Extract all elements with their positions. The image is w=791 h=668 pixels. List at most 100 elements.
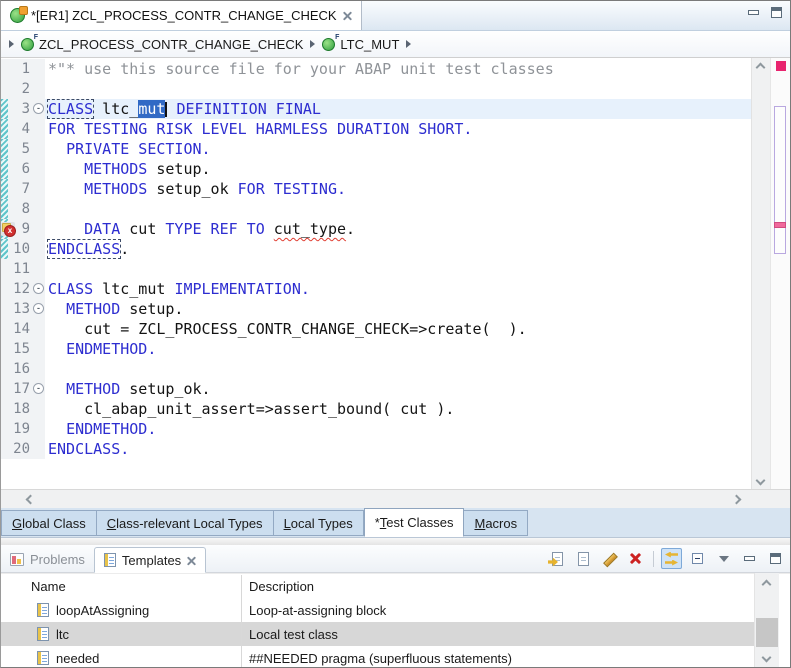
overview-ruler[interactable] bbox=[770, 58, 790, 489]
code-line-1[interactable]: 1*"* use this source file for your ABAP … bbox=[1, 59, 751, 79]
maximize-editor-icon[interactable] bbox=[771, 7, 782, 18]
code-line-11[interactable]: 11 bbox=[1, 259, 751, 279]
minimize-editor-icon[interactable] bbox=[748, 10, 759, 15]
code-line-5[interactable]: 5 PRIVATE SECTION. bbox=[1, 139, 751, 159]
code-line-3[interactable]: 3CLASS ltc_mut DEFINITION FINAL bbox=[1, 99, 751, 119]
code-line-8[interactable]: 8 bbox=[1, 199, 751, 219]
collapse-all-icon[interactable] bbox=[687, 548, 708, 569]
code-text[interactable] bbox=[45, 259, 751, 279]
gutter[interactable]: 9 bbox=[1, 219, 45, 239]
gutter[interactable]: 13 bbox=[1, 299, 45, 319]
minimize-view-icon[interactable] bbox=[739, 548, 760, 569]
editor-vertical-scrollbar[interactable] bbox=[751, 58, 770, 489]
code-line-12[interactable]: 12CLASS ltc_mut IMPLEMENTATION. bbox=[1, 279, 751, 299]
gutter[interactable]: 19 bbox=[1, 419, 45, 439]
code-text[interactable]: cl_abap_unit_assert=>assert_bound( cut )… bbox=[45, 399, 751, 419]
column-header-description[interactable]: Description bbox=[241, 579, 314, 594]
gutter[interactable]: 20 bbox=[1, 439, 45, 459]
tab-global-class[interactable]: Global Class bbox=[1, 510, 97, 536]
code-line-15[interactable]: 15 ENDMETHOD. bbox=[1, 339, 751, 359]
fold-collapse-icon[interactable] bbox=[32, 379, 45, 399]
table-vertical-scrollbar[interactable] bbox=[754, 573, 779, 667]
view-menu-icon[interactable] bbox=[713, 548, 734, 569]
fold-collapse-icon[interactable] bbox=[32, 299, 45, 319]
tab-test-classes[interactable]: *Test Classes bbox=[364, 508, 465, 537]
code-line-6[interactable]: 6 METHODS setup. bbox=[1, 159, 751, 179]
code-text[interactable]: ENDMETHOD. bbox=[45, 419, 751, 439]
column-divider[interactable] bbox=[241, 575, 242, 667]
gutter[interactable]: 4 bbox=[1, 119, 45, 139]
table-row[interactable]: ltc Local test class bbox=[1, 622, 757, 646]
overview-error-marker[interactable] bbox=[774, 222, 786, 228]
gutter[interactable]: 12 bbox=[1, 279, 45, 299]
code-text[interactable]: CLASS ltc_mut DEFINITION FINAL bbox=[45, 99, 751, 119]
gutter[interactable]: 5 bbox=[1, 139, 45, 159]
table-row[interactable]: needed ##NEEDED pragma (superfluous stat… bbox=[1, 646, 757, 667]
scroll-left-icon[interactable] bbox=[26, 495, 36, 505]
breadcrumb-expand-icon[interactable] bbox=[9, 40, 14, 48]
code-text[interactable]: ENDCLASS. bbox=[45, 239, 751, 259]
table-row[interactable]: loopAtAssigning Loop-at-assigning block bbox=[1, 598, 757, 622]
scrollbar-thumb[interactable] bbox=[756, 618, 778, 647]
code-text[interactable] bbox=[45, 199, 751, 219]
panel-sash[interactable] bbox=[1, 538, 790, 545]
edit-template-icon[interactable] bbox=[599, 548, 620, 569]
gutter[interactable]: 15 bbox=[1, 339, 45, 359]
tab-problems[interactable]: Problems bbox=[1, 546, 94, 572]
fold-collapse-icon[interactable] bbox=[32, 279, 45, 299]
tab-macros[interactable]: Macros bbox=[464, 510, 528, 536]
gutter[interactable]: 8 bbox=[1, 199, 45, 219]
fold-collapse-icon[interactable] bbox=[32, 99, 45, 119]
code-line-7[interactable]: 7 METHODS setup_ok FOR TESTING. bbox=[1, 179, 751, 199]
remove-template-icon[interactable] bbox=[625, 548, 646, 569]
code-text[interactable]: METHODS setup. bbox=[45, 159, 751, 179]
code-text[interactable]: METHODS setup_ok FOR TESTING. bbox=[45, 179, 751, 199]
breadcrumb-item-local-class[interactable]: LTC_MUT bbox=[322, 37, 399, 52]
code-text[interactable]: PRIVATE SECTION. bbox=[45, 139, 751, 159]
code-line-2[interactable]: 2 bbox=[1, 79, 751, 99]
code-line-16[interactable]: 16 bbox=[1, 359, 751, 379]
code-line-14[interactable]: 14 cut = ZCL_PROCESS_CONTR_CHANGE_CHECK=… bbox=[1, 319, 751, 339]
code-editor[interactable]: 1*"* use this source file for your ABAP … bbox=[1, 58, 790, 489]
overview-error-indicator[interactable] bbox=[776, 61, 786, 71]
editor-horizontal-scrollbar[interactable] bbox=[1, 489, 790, 508]
gutter[interactable]: 18 bbox=[1, 399, 45, 419]
column-header-name[interactable]: Name bbox=[1, 579, 241, 594]
code-line-19[interactable]: 19 ENDMETHOD. bbox=[1, 419, 751, 439]
breadcrumb-arrow-icon[interactable] bbox=[310, 40, 315, 48]
editor-tab-active[interactable]: *[ER1] ZCL_PROCESS_CONTR_CHANGE_CHECK bbox=[1, 1, 362, 30]
gutter[interactable]: 7 bbox=[1, 179, 45, 199]
error-marker-icon[interactable] bbox=[1, 222, 15, 236]
code-text[interactable] bbox=[45, 79, 751, 99]
code-text[interactable]: CLASS ltc_mut IMPLEMENTATION. bbox=[45, 279, 751, 299]
code-text[interactable]: METHOD setup. bbox=[45, 299, 751, 319]
maximize-view-icon[interactable] bbox=[765, 548, 786, 569]
gutter[interactable]: 14 bbox=[1, 319, 45, 339]
scroll-down-icon[interactable] bbox=[762, 653, 772, 663]
code-line-13[interactable]: 13 METHOD setup. bbox=[1, 299, 751, 319]
code-text[interactable]: cut = ZCL_PROCESS_CONTR_CHANGE_CHECK=>cr… bbox=[45, 319, 751, 339]
code-line-4[interactable]: 4FOR TESTING RISK LEVEL HARMLESS DURATIO… bbox=[1, 119, 751, 139]
code-line-20[interactable]: 20ENDCLASS. bbox=[1, 439, 751, 459]
gutter[interactable]: 10 bbox=[1, 239, 45, 259]
code-line-9[interactable]: 9 DATA cut TYPE REF TO cut_type. bbox=[1, 219, 751, 239]
scroll-up-icon[interactable] bbox=[762, 580, 772, 590]
gutter[interactable]: 16 bbox=[1, 359, 45, 379]
code-text[interactable]: METHOD setup_ok. bbox=[45, 379, 751, 399]
scroll-down-icon[interactable] bbox=[756, 476, 766, 486]
gutter[interactable]: 1 bbox=[1, 59, 45, 79]
breadcrumb-arrow-icon[interactable] bbox=[406, 40, 411, 48]
tab-class-relevant-local-types[interactable]: Class-relevant Local Types bbox=[97, 510, 274, 536]
new-template-icon[interactable] bbox=[573, 548, 594, 569]
breadcrumb-item-class[interactable]: ZCL_PROCESS_CONTR_CHANGE_CHECK bbox=[21, 37, 303, 52]
code-line-18[interactable]: 18 cl_abap_unit_assert=>assert_bound( cu… bbox=[1, 399, 751, 419]
code-text[interactable]: ENDMETHOD. bbox=[45, 339, 751, 359]
code-line-17[interactable]: 17 METHOD setup_ok. bbox=[1, 379, 751, 399]
insert-template-icon[interactable] bbox=[547, 548, 568, 569]
gutter[interactable]: 3 bbox=[1, 99, 45, 119]
tab-local-types[interactable]: Local Types bbox=[274, 510, 364, 536]
gutter[interactable]: 17 bbox=[1, 379, 45, 399]
code-area[interactable]: 1*"* use this source file for your ABAP … bbox=[1, 58, 751, 489]
code-line-10[interactable]: 10ENDCLASS. bbox=[1, 239, 751, 259]
code-text[interactable] bbox=[45, 359, 751, 379]
